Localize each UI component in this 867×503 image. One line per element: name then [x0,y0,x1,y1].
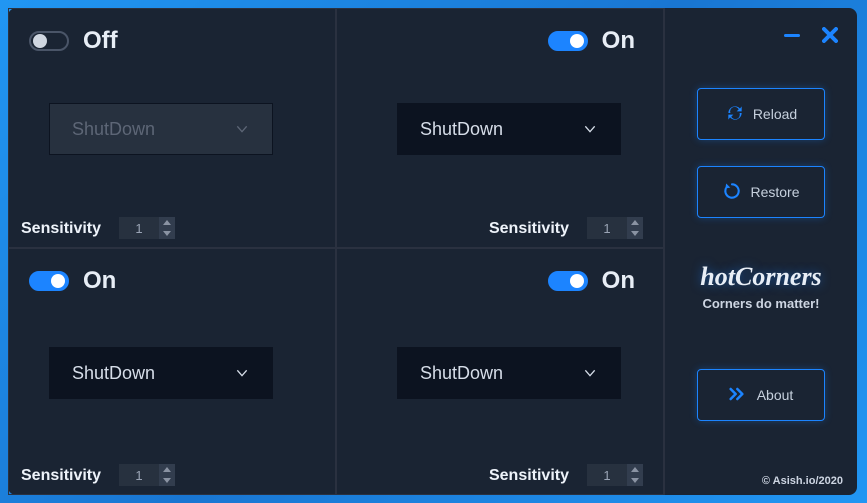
app-title: hotCorners [700,262,821,292]
sensitivity-value: 1 [587,464,627,486]
about-label: About [757,387,794,403]
sensitivity-label: Sensitivity [21,220,101,238]
action-dropdown-bottom-right[interactable]: ShutDown [397,347,621,399]
restore-button[interactable]: Restore [697,166,825,218]
copyright-text: © Asish.io/2020 [762,475,843,487]
window-controls [783,26,839,44]
chevron-down-icon [234,121,250,137]
toggle-row: On [337,249,663,295]
stepper-down[interactable] [627,228,643,239]
reload-button[interactable]: Reload [697,88,825,140]
app-window: Off ShutDown Sensitivity 1 On Shut [8,8,857,495]
sensitivity-row: Sensitivity 1 [21,217,175,239]
chevron-down-icon [582,365,598,381]
toggle-state-label: On [83,267,116,295]
toggle-state-label: On [602,27,635,55]
sensitivity-value: 1 [119,464,159,486]
sensitivity-label: Sensitivity [489,467,569,485]
corner-toggle-bottom-left[interactable] [29,271,69,291]
sensitivity-stepper-bottom-right[interactable]: 1 [587,464,643,486]
minimize-button[interactable] [783,26,801,44]
action-dropdown-bottom-left[interactable]: ShutDown [49,347,273,399]
reload-icon [725,103,745,126]
action-dropdown-top-left[interactable]: ShutDown [49,103,273,155]
corner-toggle-top-right[interactable] [548,31,588,51]
chevron-down-icon [234,365,250,381]
sensitivity-stepper-bottom-left[interactable]: 1 [119,464,175,486]
toggle-state-label: On [602,267,635,295]
about-icon [729,386,749,405]
stepper-arrows [159,217,175,239]
stepper-arrows [627,464,643,486]
stepper-up[interactable] [627,464,643,475]
action-dropdown-top-right[interactable]: ShutDown [397,103,621,155]
sensitivity-label: Sensitivity [489,220,569,238]
chevron-down-icon [582,121,598,137]
app-branding: hotCorners Corners do matter! [700,262,821,311]
corner-toggle-top-left[interactable] [29,31,69,51]
stepper-down[interactable] [627,475,643,486]
side-panel: Reload Restore hotCorners Corners do mat… [664,8,857,495]
stepper-arrows [159,464,175,486]
sensitivity-label: Sensitivity [21,467,101,485]
sensitivity-row: Sensitivity 1 [21,464,175,486]
restore-icon [722,181,742,204]
corner-panel-top-right: On ShutDown Sensitivity 1 [336,8,664,248]
sensitivity-value: 1 [119,217,159,239]
app-subtitle: Corners do matter! [700,296,821,311]
sensitivity-row: Sensitivity 1 [489,464,643,486]
dropdown-label: ShutDown [420,119,503,140]
corner-panel-bottom-right: On ShutDown Sensitivity 1 [336,248,664,495]
sensitivity-value: 1 [587,217,627,239]
close-button[interactable] [821,26,839,44]
stepper-up[interactable] [159,217,175,228]
toggle-row: Off [9,9,335,55]
stepper-down[interactable] [159,475,175,486]
stepper-up[interactable] [159,464,175,475]
stepper-arrows [627,217,643,239]
dropdown-label: ShutDown [420,363,503,384]
dropdown-label: ShutDown [72,363,155,384]
corner-toggle-bottom-right[interactable] [548,271,588,291]
corner-panel-top-left: Off ShutDown Sensitivity 1 [8,8,336,248]
stepper-up[interactable] [627,217,643,228]
toggle-row: On [337,9,663,55]
restore-label: Restore [750,184,799,200]
dropdown-label: ShutDown [72,119,155,140]
toggle-state-label: Off [83,27,118,55]
corner-panel-bottom-left: On ShutDown Sensitivity 1 [8,248,336,495]
stepper-down[interactable] [159,228,175,239]
toggle-row: On [9,249,335,295]
sensitivity-stepper-top-right[interactable]: 1 [587,217,643,239]
sensitivity-stepper-top-left[interactable]: 1 [119,217,175,239]
sensitivity-row: Sensitivity 1 [489,217,643,239]
about-button[interactable]: About [697,369,825,421]
reload-label: Reload [753,106,797,122]
